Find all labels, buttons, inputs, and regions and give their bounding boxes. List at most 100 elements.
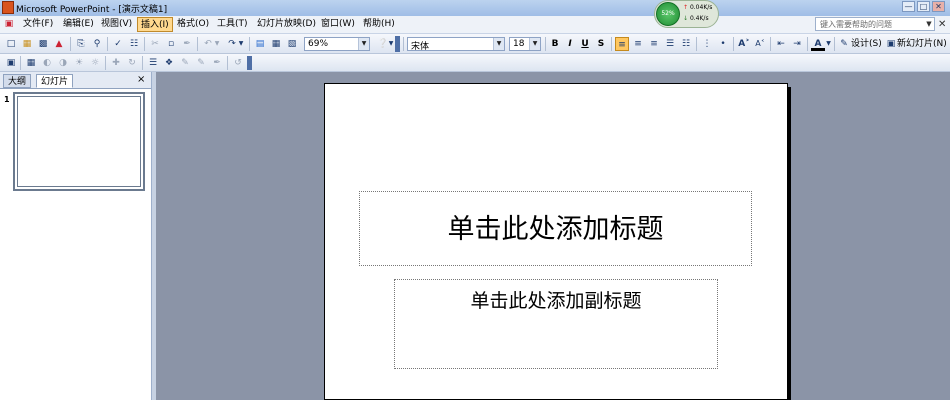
distribute-icon[interactable]: ☰ <box>663 37 677 51</box>
design-icon[interactable]: ✎ <box>837 37 851 51</box>
align-center-icon[interactable]: ≡ <box>631 37 645 51</box>
chevron-down-icon[interactable]: ▼ <box>213 37 221 51</box>
more-brightness-icon[interactable]: ☀ <box>72 56 86 70</box>
format-picture-icon[interactable]: ✎ <box>194 56 208 70</box>
set-transparent-icon[interactable]: ✒ <box>210 56 224 70</box>
maximize-button[interactable]: □ <box>917 1 930 12</box>
tab-outline[interactable]: 大纲 <box>3 74 32 88</box>
close-document-icon[interactable]: ✕ <box>938 19 946 30</box>
insert-chart-icon[interactable]: ▤ <box>253 37 267 51</box>
separator <box>227 56 228 70</box>
menu-help[interactable]: 帮助(H) <box>360 17 398 32</box>
insert-table-icon[interactable]: ▦ <box>269 37 283 51</box>
recolor-icon[interactable]: ✎ <box>178 56 192 70</box>
separator <box>545 37 546 51</box>
less-contrast-icon[interactable]: ◑ <box>56 56 70 70</box>
increase-font-icon[interactable]: A˃ <box>737 37 751 51</box>
save-icon[interactable]: ▩ <box>36 37 50 51</box>
menu-insert[interactable]: 插入(I) <box>137 17 173 32</box>
chevron-down-icon[interactable]: ▼ <box>493 38 504 50</box>
line-style-icon[interactable]: ☰ <box>146 56 160 70</box>
chevron-down-icon[interactable]: ▼ <box>388 37 394 51</box>
new-slide-icon[interactable]: ▣ <box>884 37 898 51</box>
reset-picture-icon[interactable]: ↺ <box>231 56 245 70</box>
title-placeholder[interactable]: 单击此处添加标题 <box>359 191 752 266</box>
rotate-icon[interactable]: ↻ <box>125 56 139 70</box>
separator <box>249 37 250 51</box>
separator <box>142 56 143 70</box>
print-icon[interactable]: ⎘ <box>74 37 88 51</box>
font-name-value: 宋体 <box>411 42 430 52</box>
close-pane-icon[interactable]: × <box>137 74 145 86</box>
font-color-icon[interactable]: A <box>811 37 825 51</box>
slide-shadow <box>788 87 791 400</box>
cut-icon[interactable]: ✂ <box>148 37 162 51</box>
increase-indent-icon[interactable]: ⇥ <box>790 37 804 51</box>
separator <box>770 37 771 51</box>
align-left-icon[interactable]: ≡ <box>615 37 629 51</box>
menu-file[interactable]: 文件(F) <box>20 17 56 32</box>
new-slide-button[interactable]: 新幻灯片(N) <box>897 37 947 51</box>
more-contrast-icon[interactable]: ◐ <box>40 56 54 70</box>
chevron-down-icon[interactable]: ▼ <box>358 38 369 50</box>
close-window-button[interactable]: ✕ <box>932 1 945 12</box>
title-bar: Microsoft PowerPoint - [演示文稿1] — □ ✕ <box>0 0 950 16</box>
decrease-indent-icon[interactable]: ⇤ <box>774 37 788 51</box>
print-preview-icon[interactable]: ⚲ <box>90 37 104 51</box>
bold-button[interactable]: B <box>548 37 562 51</box>
underline-button[interactable]: U <box>578 37 592 51</box>
menu-tools[interactable]: 工具(T) <box>214 17 251 32</box>
chevron-down-icon[interactable]: ▼ <box>825 37 832 51</box>
research-icon[interactable]: ☷ <box>127 37 141 51</box>
powerpoint-app-icon[interactable] <box>2 1 14 14</box>
bullets-icon[interactable]: • <box>716 37 730 51</box>
slide-thumbnail[interactable] <box>13 92 145 191</box>
subtitle-placeholder[interactable]: 单击此处添加副标题 <box>394 279 718 369</box>
menu-view[interactable]: 视图(V) <box>98 17 135 32</box>
paste-icon[interactable]: ▫ <box>164 37 178 51</box>
chevron-down-icon[interactable]: ▼ <box>237 37 245 51</box>
menu-slideshow[interactable]: 幻灯片放映(D) <box>254 17 319 32</box>
separator <box>834 37 835 51</box>
insert-picture-icon[interactable]: ▣ <box>4 56 18 70</box>
chevron-down-icon[interactable]: ▼ <box>529 38 540 50</box>
text-shadow-button[interactable]: S <box>594 37 608 51</box>
download-arrow-icon: ↓ <box>683 15 689 22</box>
crop-icon[interactable]: ✚ <box>109 56 123 70</box>
font-size-value: 18 <box>513 39 525 49</box>
compress-picture-icon[interactable]: ❖ <box>162 56 176 70</box>
open-folder-icon[interactable]: ▦ <box>20 37 34 51</box>
permission-icon[interactable]: ▲ <box>52 37 66 51</box>
separator <box>733 37 734 51</box>
window-title: Microsoft PowerPoint - [演示文稿1] <box>16 5 168 15</box>
color-icon[interactable]: ▦ <box>24 56 38 70</box>
minimize-button[interactable]: — <box>902 1 915 12</box>
network-percent: 52% <box>656 2 680 26</box>
tables-borders-icon[interactable]: ▧ <box>285 37 299 51</box>
font-size-select[interactable]: 18 ▼ <box>509 37 541 51</box>
help-search-box[interactable]: 键入需要帮助的问题 ▼ <box>815 17 935 31</box>
less-brightness-icon[interactable]: ☼ <box>88 56 102 70</box>
chevron-down-icon[interactable]: ▼ <box>924 18 934 30</box>
zoom-select[interactable]: 69% ▼ <box>304 37 370 51</box>
toolbar-options-handle[interactable] <box>247 56 252 70</box>
align-right-icon[interactable]: ≡ <box>647 37 661 51</box>
menu-format[interactable]: 格式(O) <box>174 17 212 32</box>
justify-icon[interactable]: ☷ <box>679 37 693 51</box>
font-name-select[interactable]: 宋体 ▼ <box>407 37 505 52</box>
decrease-font-icon[interactable]: A˂ <box>753 37 767 51</box>
separator <box>696 37 697 51</box>
format-painter-icon[interactable]: ✒ <box>180 37 194 51</box>
upload-speed: ↑ 0.04K/s <box>683 4 713 11</box>
document-icon[interactable]: ▣ <box>2 17 16 31</box>
new-file-icon[interactable]: □ <box>4 37 18 51</box>
separator <box>107 37 108 51</box>
menu-edit[interactable]: 编辑(E) <box>60 17 97 32</box>
design-button[interactable]: 设计(S) <box>851 37 882 51</box>
italic-button[interactable]: I <box>563 37 577 51</box>
menu-window[interactable]: 窗口(W) <box>318 17 358 32</box>
toolbar-options-handle[interactable] <box>395 36 400 52</box>
numbering-icon[interactable]: ⋮ <box>700 37 714 51</box>
tab-slides[interactable]: 幻灯片 <box>36 74 74 88</box>
spelling-icon[interactable]: ✓ <box>111 37 125 51</box>
